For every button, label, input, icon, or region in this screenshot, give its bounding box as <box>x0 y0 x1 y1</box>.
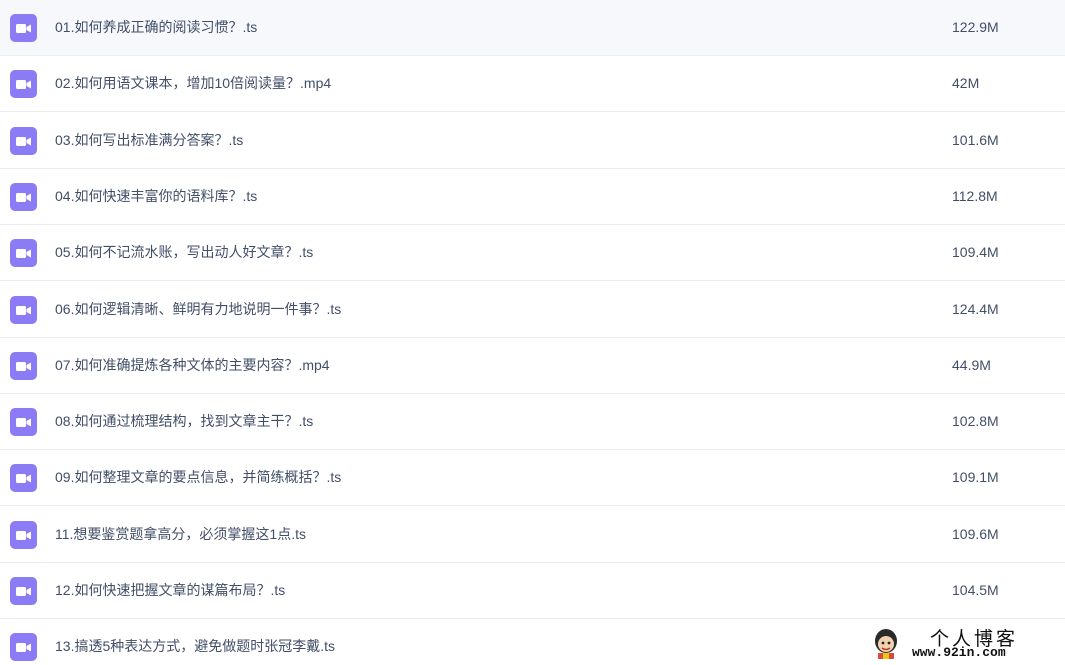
file-row[interactable]: 04.如何快速丰富你的语料库？.ts 112.8M <box>0 169 1065 225</box>
file-size: 109.1M <box>952 469 999 485</box>
file-row[interactable]: 11.想要鉴赏题拿高分，必须掌握这1点.ts 109.6M <box>0 507 1065 563</box>
file-row[interactable]: 06.如何逻辑清晰、鲜明有力地说明一件事？.ts 124.4M <box>0 282 1065 338</box>
video-file-icon <box>10 14 37 42</box>
video-file-icon <box>10 70 37 98</box>
file-size: 112.8M <box>952 188 998 204</box>
file-row[interactable]: 08.如何通过梳理结构，找到文章主干？.ts 102.8M <box>0 394 1065 450</box>
file-row[interactable]: 02.如何用语文课本，增加10倍阅读量？.mp4 42M <box>0 56 1065 112</box>
video-file-icon <box>10 183 37 211</box>
video-file-icon <box>10 352 37 380</box>
file-name[interactable]: 12.如何快速把握文章的谋篇布局？.ts <box>55 563 285 618</box>
file-name[interactable]: 11.想要鉴赏题拿高分，必须掌握这1点.ts <box>55 507 306 562</box>
file-name[interactable]: 04.如何快速丰富你的语料库？.ts <box>55 169 257 224</box>
file-name[interactable]: 13.搞透5种表达方式，避免做题时张冠李戴.ts <box>55 619 335 665</box>
video-file-icon <box>10 127 37 155</box>
file-row[interactable]: 07.如何准确提炼各种文体的主要内容？.mp4 44.9M <box>0 338 1065 394</box>
video-file-icon <box>10 464 37 492</box>
watermark-url: www.92in.com <box>912 645 1006 660</box>
file-name[interactable]: 09.如何整理文章的要点信息，并简练概括？.ts <box>55 450 341 505</box>
file-size: 101.6M <box>952 132 999 148</box>
file-name[interactable]: 02.如何用语文课本，增加10倍阅读量？.mp4 <box>55 56 331 111</box>
video-file-icon <box>10 408 37 436</box>
file-size: 44.9M <box>952 357 991 373</box>
file-name[interactable]: 08.如何通过梳理结构，找到文章主干？.ts <box>55 394 313 449</box>
file-name[interactable]: 01.如何养成正确的阅读习惯？.ts <box>55 0 257 55</box>
file-size: 109.6M <box>952 526 999 542</box>
file-name[interactable]: 05.如何不记流水账，写出动人好文章？.ts <box>55 225 313 280</box>
file-name[interactable]: 03.如何写出标准满分答案？.ts <box>55 113 243 168</box>
file-row[interactable]: 09.如何整理文章的要点信息，并简练概括？.ts 109.1M <box>0 450 1065 506</box>
file-size: 122.9M <box>952 19 999 35</box>
file-size: 109.4M <box>952 244 999 260</box>
file-size: 42M <box>952 75 980 91</box>
file-size: 104.5M <box>952 582 999 598</box>
video-file-icon <box>10 577 37 605</box>
file-row[interactable]: 05.如何不记流水账，写出动人好文章？.ts 109.4M <box>0 225 1065 281</box>
video-file-icon <box>10 296 37 324</box>
file-name[interactable]: 07.如何准确提炼各种文体的主要内容？.mp4 <box>55 338 330 393</box>
blog-watermark: 个人博客 www.92in.com <box>868 623 1060 663</box>
video-file-icon <box>10 633 37 661</box>
video-file-icon <box>10 521 37 549</box>
file-name[interactable]: 06.如何逻辑清晰、鲜明有力地说明一件事？.ts <box>55 282 341 337</box>
video-file-icon <box>10 239 37 267</box>
file-size: 102.8M <box>952 413 999 429</box>
avatar-icon <box>875 629 897 659</box>
file-row[interactable]: 12.如何快速把握文章的谋篇布局？.ts 104.5M <box>0 563 1065 619</box>
file-list: 01.如何养成正确的阅读习惯？.ts 122.9M 02.如何用语文课本，增加10倍… <box>0 0 1065 665</box>
file-size: 124.4M <box>952 301 999 317</box>
file-row[interactable]: 03.如何写出标准满分答案？.ts 101.6M <box>0 113 1065 169</box>
file-row[interactable]: 01.如何养成正确的阅读习惯？.ts 122.9M <box>0 0 1065 56</box>
